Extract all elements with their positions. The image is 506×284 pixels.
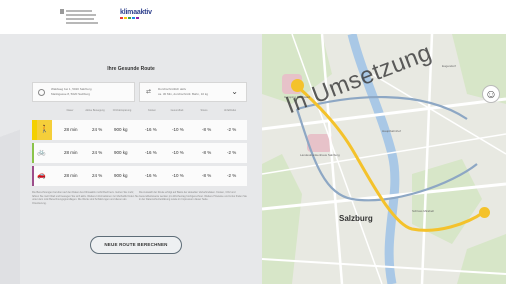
brand-name: klimaaktiv xyxy=(120,9,152,16)
location-icon xyxy=(38,89,45,96)
risk-value: -2 % xyxy=(227,173,237,178)
profile-line-2: ca. 30 Min, durchschnittl. Bahn, 10 kg xyxy=(158,92,209,96)
new-route-button[interactable]: NEUE ROUTE BERECHNEN xyxy=(90,236,182,254)
duration-value: 28 min xyxy=(64,127,78,132)
stress-value: -8 % xyxy=(202,150,212,155)
col-header-risk: Unfallrisiko xyxy=(223,109,237,112)
health-value: -10 % xyxy=(172,150,184,155)
header: klimaaktiv xyxy=(0,0,506,34)
klimaaktiv-logo[interactable]: klimaaktiv xyxy=(120,9,152,19)
cost-value: -16 % xyxy=(145,150,157,155)
info-text-left: Die Berechnungen beruhen auf den Daten d… xyxy=(32,191,139,205)
col-header-activity: Aktive Bewegung xyxy=(85,109,105,112)
chevron-down-icon[interactable]: ⌄ xyxy=(231,87,238,97)
route-option-car[interactable]: 🚗 28 min 24 % 900 kg -16 % -10 % -8 % -2… xyxy=(32,166,247,186)
health-value: -10 % xyxy=(172,127,184,132)
walk-icon: 🚶 xyxy=(40,126,49,133)
col-header-health: Gesundheit xyxy=(170,109,184,112)
activity-value: 24 % xyxy=(92,150,103,155)
activity-value: 24 % xyxy=(92,127,103,132)
duration-value: 28 min xyxy=(64,173,78,178)
map-label: Schloss Mirabell xyxy=(412,209,434,213)
col-header-stress: Stress xyxy=(200,109,208,112)
stress-value: -8 % xyxy=(202,127,212,132)
park-area xyxy=(457,234,506,284)
duration-value: 28 min xyxy=(64,150,78,155)
col-header-costs: Kosten xyxy=(148,109,156,112)
car-icon: 🚗 xyxy=(37,172,46,179)
austria-crest-icon xyxy=(60,9,64,14)
info-text-right: Die Auswahl der Route erfolgt auf Basis … xyxy=(139,191,247,202)
risk-value: -2 % xyxy=(227,127,237,132)
activity-value: 24 % xyxy=(92,173,103,178)
health-value: -10 % xyxy=(172,173,184,178)
swap-arrows-icon: ⇄ xyxy=(146,89,152,95)
route-title: Ihre Gesunde Route xyxy=(107,66,155,72)
route-option-walk[interactable]: 🚶 28 min 24 % 900 kg -16 % -10 % -8 % -2… xyxy=(32,120,247,140)
route-option-bike[interactable]: 🚲 28 min 24 % 900 kg -16 % -10 % -8 % -2… xyxy=(32,143,247,163)
route-end-pin[interactable] xyxy=(479,207,490,218)
col-header-duration: Dauer xyxy=(66,109,74,112)
from-line-2: Marktgasse 8, 5020 Salzburg xyxy=(51,92,91,96)
profile-select[interactable]: ⇄ Durchschnittlich aktiv ca. 30 Min, dur… xyxy=(139,82,247,102)
co2-value: 900 kg xyxy=(114,150,128,155)
co2-value: 900 kg xyxy=(114,127,128,132)
from-address-field[interactable]: Waldweg bei 1, 5020 Salzburg Marktgasse … xyxy=(32,82,135,102)
co2-value: 900 kg xyxy=(114,173,128,178)
cost-value: -16 % xyxy=(145,127,157,132)
risk-value: -2 % xyxy=(227,150,237,155)
cost-value: -16 % xyxy=(145,173,157,178)
col-header-co2: CO2-Einsparung xyxy=(112,109,132,112)
city-label: Salzburg xyxy=(339,214,373,223)
ministry-logo[interactable] xyxy=(60,9,98,27)
stress-value: -8 % xyxy=(202,173,212,178)
bike-icon: 🚲 xyxy=(37,149,46,156)
brand-stripes xyxy=(120,17,152,19)
